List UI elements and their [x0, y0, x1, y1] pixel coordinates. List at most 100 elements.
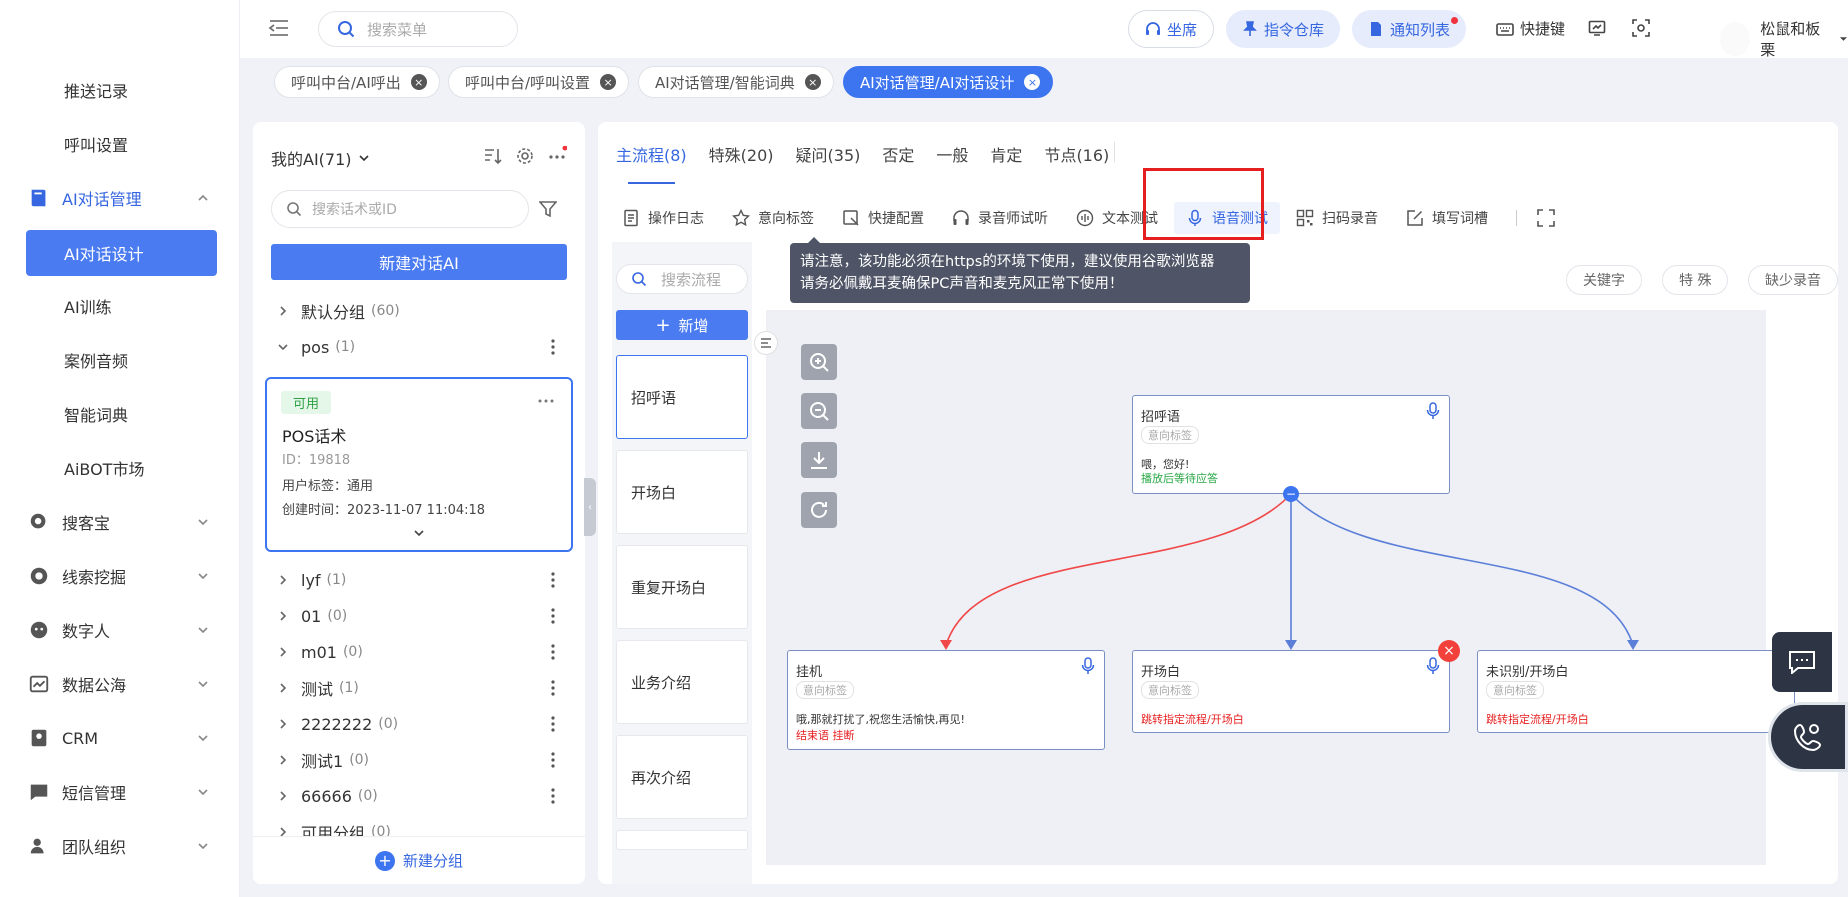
- more-vertical-icon[interactable]: [551, 607, 555, 625]
- tab-nodes[interactable]: 节点(16): [1044, 142, 1109, 184]
- intent-tag-button[interactable]: 意向标签: [732, 208, 814, 228]
- fill-slot-button[interactable]: 填写词槽: [1406, 208, 1488, 228]
- sidebar-item-team[interactable]: 团队组织: [0, 824, 239, 868]
- flow-node-greeting[interactable]: 招呼语 意向标签 喂，您好! 播放后等待应答: [1132, 395, 1450, 494]
- close-icon[interactable]: ×: [600, 74, 617, 90]
- sidebar-item-call-settings[interactable]: 呼叫设置: [0, 122, 239, 166]
- more-vertical-icon[interactable]: [551, 787, 555, 805]
- group-item[interactable]: pos (1): [277, 332, 567, 362]
- more-vertical-icon[interactable]: [551, 715, 555, 733]
- new-group-button[interactable]: + 新建分组: [253, 836, 585, 884]
- flow-item[interactable]: 业务介绍: [616, 640, 748, 724]
- tab-main-flow[interactable]: 主流程(8): [616, 142, 687, 184]
- zoom-in-button[interactable]: [801, 344, 837, 380]
- sidebar-item-data-sea[interactable]: 数据公海: [0, 662, 239, 706]
- gear-icon[interactable]: [515, 146, 535, 166]
- group-item[interactable]: 66666 (0): [277, 781, 567, 811]
- delete-icon[interactable]: ×: [1438, 640, 1460, 662]
- download-button[interactable]: [801, 442, 837, 478]
- filter-icon[interactable]: [539, 200, 557, 218]
- floating-call-button[interactable]: [1768, 702, 1848, 772]
- tab-question[interactable]: 疑问(35): [796, 142, 861, 184]
- group-item[interactable]: 01 (0): [277, 601, 567, 631]
- more-vertical-icon[interactable]: [551, 751, 555, 769]
- sort-icon[interactable]: [483, 146, 503, 166]
- menu-fold-icon[interactable]: [268, 18, 290, 38]
- recording-preview-button[interactable]: 录音师试听: [952, 208, 1048, 228]
- tab-negative[interactable]: 否定: [882, 142, 914, 184]
- sidebar-item-ai-dialog-design[interactable]: AI对话设计: [26, 230, 217, 276]
- monitor-icon[interactable]: [1588, 19, 1606, 37]
- tab-positive[interactable]: 肯定: [990, 142, 1022, 184]
- user-menu[interactable]: 松鼠和板栗: [1720, 18, 1848, 60]
- command-repo-button[interactable]: 指令仓库: [1226, 10, 1341, 48]
- scan-icon[interactable]: [1632, 19, 1650, 37]
- menu-search-input[interactable]: 搜索菜单: [318, 11, 518, 47]
- zoom-out-button[interactable]: [801, 393, 837, 429]
- add-flow-button[interactable]: + 新增: [616, 310, 748, 340]
- mic-icon[interactable]: [1080, 657, 1096, 675]
- group-item[interactable]: lyf (1): [277, 565, 567, 595]
- sidebar-item-crm[interactable]: CRM: [0, 716, 239, 760]
- sidebar-item-sms[interactable]: 短信管理: [0, 770, 239, 814]
- mic-icon[interactable]: [1425, 657, 1441, 675]
- seat-button[interactable]: 坐席: [1128, 10, 1215, 48]
- group-item[interactable]: m01 (0): [277, 637, 567, 667]
- flow-canvas[interactable]: [766, 310, 1766, 865]
- quick-config-button[interactable]: 快捷配置: [842, 208, 924, 228]
- floating-message-button[interactable]: [1772, 632, 1832, 692]
- close-icon[interactable]: ×: [804, 74, 821, 90]
- shortcut-button[interactable]: 快捷键: [1496, 18, 1565, 39]
- flow-item[interactable]: [616, 830, 748, 850]
- sidebar-item-smart-dictionary[interactable]: 智能词典: [0, 392, 239, 436]
- list-toggle-icon[interactable]: [754, 331, 778, 355]
- page-tab[interactable]: AI对话管理/智能词典 ×: [638, 66, 834, 98]
- group-item[interactable]: 默认分组 (60): [277, 296, 567, 326]
- more-vertical-icon[interactable]: [551, 643, 555, 661]
- flow-node-hangup[interactable]: 挂机 意向标签 哦,那就打扰了,祝您生活愉快,再见! 结束语 挂断: [787, 650, 1105, 750]
- page-tab-active[interactable]: AI对话管理/AI对话设计 ×: [843, 66, 1054, 98]
- new-ai-button[interactable]: 新建对话AI: [271, 244, 567, 280]
- collapse-panel-handle[interactable]: ‹: [584, 478, 596, 536]
- sidebar-item-aibot-market[interactable]: AiBOT市场: [0, 446, 239, 490]
- sidebar-item-push-records[interactable]: 推送记录: [0, 68, 239, 112]
- mic-icon[interactable]: [1425, 402, 1441, 420]
- operation-log-button[interactable]: 操作日志: [622, 208, 704, 228]
- node-collapse-icon[interactable]: −: [1283, 486, 1299, 502]
- group-item[interactable]: 测试 (1): [277, 673, 567, 703]
- sidebar-item-soukebao[interactable]: 搜客宝: [0, 500, 239, 544]
- flow-item[interactable]: 重复开场白: [616, 545, 748, 629]
- sidebar-item-case-audio[interactable]: 案例音频: [0, 338, 239, 382]
- my-ai-dropdown[interactable]: 我的AI(71): [271, 146, 370, 170]
- chevron-down-icon[interactable]: [413, 527, 425, 539]
- flow-item[interactable]: 再次介绍: [616, 735, 748, 819]
- more-vertical-icon[interactable]: [551, 679, 555, 697]
- page-tab[interactable]: 呼叫中台/AI呼出 ×: [274, 66, 440, 98]
- tab-general[interactable]: 一般: [936, 142, 968, 184]
- fullscreen-button[interactable]: [1537, 209, 1563, 227]
- sidebar-item-lead-mining[interactable]: 线索挖掘: [0, 554, 239, 598]
- flow-node-opening[interactable]: 开场白 意向标签 跳转指定流程/开场白: [1132, 650, 1450, 733]
- close-icon[interactable]: ×: [1024, 74, 1041, 90]
- script-search-input[interactable]: 搜索话术或ID: [271, 190, 529, 228]
- more-vertical-icon[interactable]: [551, 571, 555, 589]
- page-tab[interactable]: 呼叫中台/呼叫设置 ×: [448, 66, 630, 98]
- scan-record-button[interactable]: 扫码录音: [1296, 208, 1378, 228]
- sidebar-item-digital-human[interactable]: 数字人: [0, 608, 239, 652]
- ai-script-card[interactable]: 可用 POS话术 ID：19818 用户标签：通用 创建时间：2023-11-0…: [265, 377, 573, 552]
- flow-search-input[interactable]: 搜索流程: [616, 264, 748, 294]
- tab-special[interactable]: 特殊(20): [709, 142, 774, 184]
- more-icon[interactable]: [547, 146, 567, 166]
- more-icon[interactable]: [537, 399, 555, 403]
- flow-item[interactable]: 开场白: [616, 450, 748, 534]
- flow-node-unrecognized[interactable]: 未识别/开场白 意向标签 跳转指定流程/开场白: [1477, 650, 1795, 733]
- notify-list-button[interactable]: 通知列表: [1352, 10, 1467, 48]
- reset-view-button[interactable]: [801, 492, 837, 528]
- close-icon[interactable]: ×: [410, 74, 427, 90]
- more-vertical-icon[interactable]: [551, 338, 555, 356]
- sidebar-item-ai-training[interactable]: AI训练: [0, 284, 239, 328]
- flow-item[interactable]: 招呼语: [616, 355, 748, 439]
- group-item[interactable]: 2222222 (0): [277, 709, 567, 739]
- sidebar-item-ai-dialog-management[interactable]: AI对话管理: [0, 176, 239, 220]
- group-item[interactable]: 测试1 (0): [277, 745, 567, 775]
